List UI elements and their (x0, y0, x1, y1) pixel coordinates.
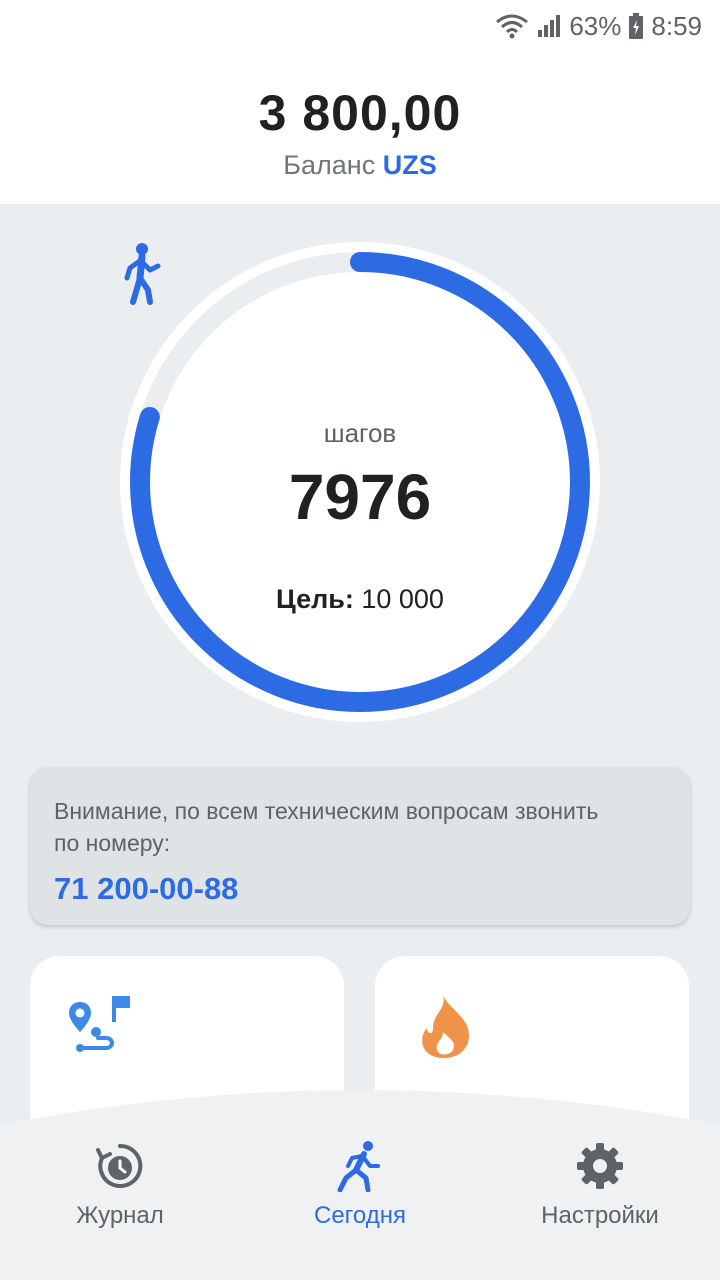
signal-icon (538, 15, 561, 37)
history-icon (96, 1143, 143, 1188)
goal-label: Цель: (276, 584, 354, 614)
nav-today[interactable]: Сегодня (260, 1140, 460, 1230)
balance-label: Баланс UZS (0, 150, 720, 181)
support-notice: Внимание, по всем техническим вопросам з… (30, 767, 690, 925)
fire-icon (422, 996, 469, 1058)
status-bar: 63% 8:59 (495, 8, 702, 44)
bottom-navigation: Журнал Сегодня Настройки (0, 1085, 720, 1280)
battery-percent: 63% (569, 10, 622, 41)
balance-amount: 3 800,00 (258, 85, 462, 141)
balance-currency: UZS (382, 150, 437, 180)
step-progress-ring: шагов 7976 Цель: 10 000 (120, 242, 600, 722)
clock: 8:59 (651, 10, 702, 41)
nav-journal[interactable]: Журнал (20, 1140, 220, 1230)
walk-icon (124, 243, 161, 305)
nav-journal-label: Журнал (76, 1202, 164, 1229)
wifi-icon (496, 14, 529, 39)
nav-settings-label: Настройки (541, 1202, 659, 1229)
route-icon (69, 996, 130, 1052)
gear-icon (577, 1143, 623, 1189)
nav-today-label: Сегодня (314, 1202, 406, 1229)
balance-label-text: Баланс (283, 150, 376, 180)
notice-text: Внимание, по всем техническим вопросам з… (54, 798, 599, 856)
goal-value: 10 000 (361, 584, 444, 614)
header: 63% 8:59 3 800,00 Баланс UZS (0, 0, 720, 204)
steps-count: 7976 (288, 461, 432, 533)
support-phone-link[interactable]: 71 200-00-88 (54, 871, 666, 907)
steps-goal: Цель: 10 000 (120, 584, 600, 615)
nav-settings[interactable]: Настройки (500, 1140, 700, 1230)
walk-icon (337, 1141, 380, 1192)
steps-label: шагов (323, 418, 397, 448)
battery-icon (629, 13, 644, 39)
